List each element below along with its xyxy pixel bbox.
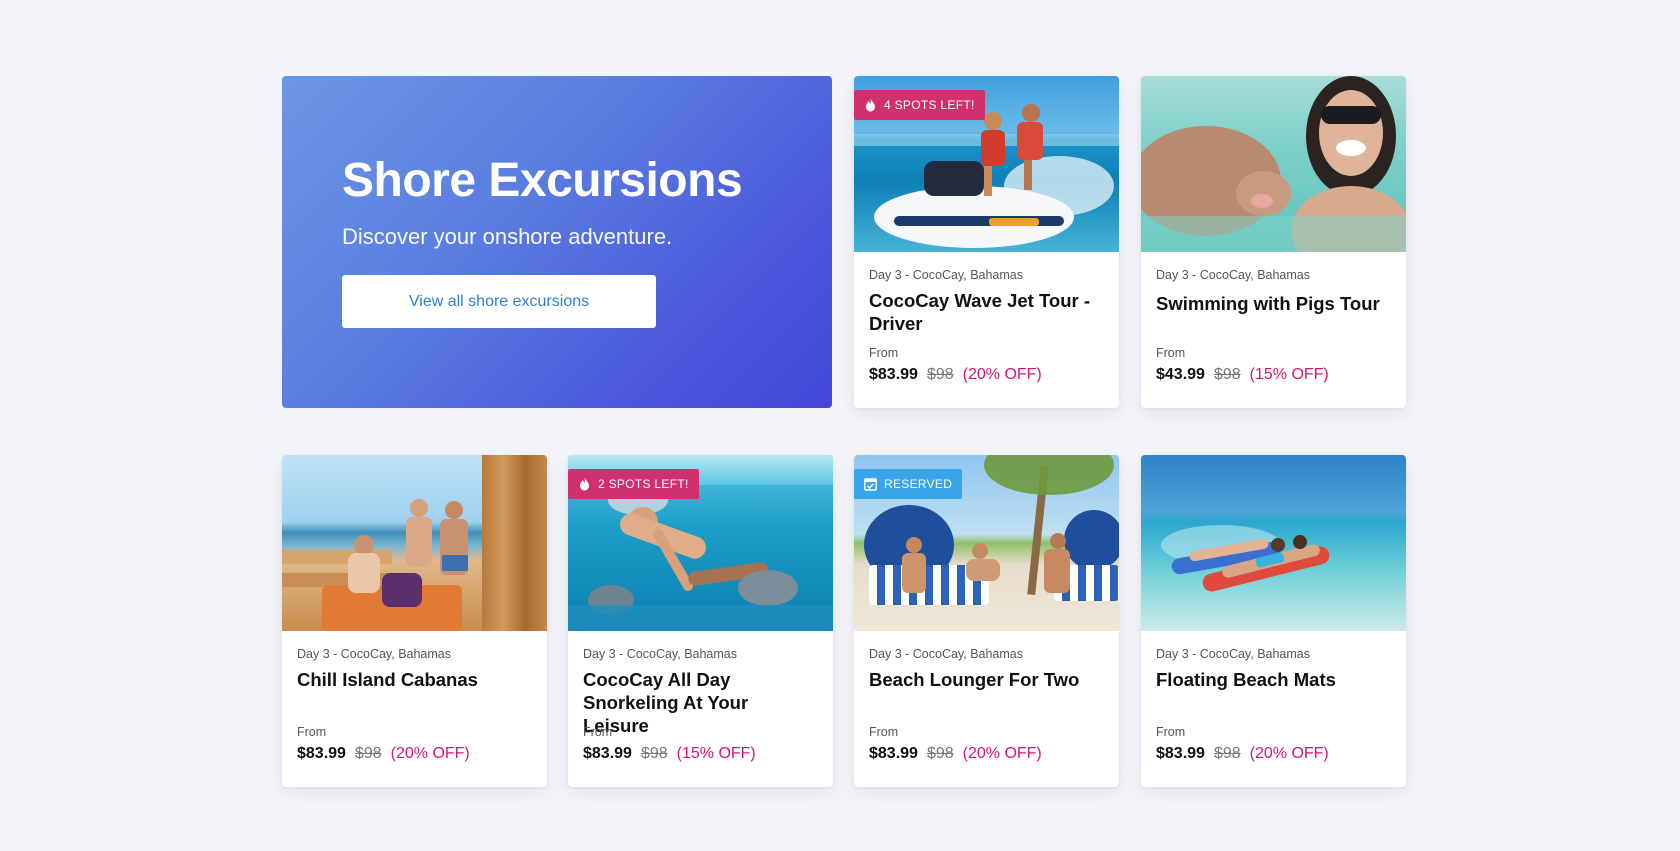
discount-label: (15% OFF): [676, 745, 756, 762]
reserved-badge: RESERVED: [854, 469, 963, 499]
excursion-card[interactable]: 4 SPOTS LEFT! Day 3 - CocoCay, Bahamas C…: [854, 76, 1119, 408]
excursion-title[interactable]: Swimming with Pigs Tour: [1156, 292, 1392, 315]
excursion-card[interactable]: 2 SPOTS LEFT! Day 3 - CocoCay, Bahamas C…: [568, 455, 833, 787]
excursion-location: Day 3 - CocoCay, Bahamas: [1156, 647, 1310, 661]
sale-price: $43.99: [1156, 366, 1205, 383]
from-label: From: [869, 725, 899, 739]
from-label: From: [297, 725, 327, 739]
discount-label: (20% OFF): [962, 745, 1042, 762]
badge-label: RESERVED: [884, 477, 953, 491]
excursion-title[interactable]: Chill Island Cabanas: [297, 668, 533, 691]
spots-left-badge: 2 SPOTS LEFT!: [568, 469, 699, 499]
excursion-title[interactable]: Beach Lounger For Two: [869, 668, 1105, 691]
original-price: $98: [354, 745, 382, 762]
excursion-location: Day 3 - CocoCay, Bahamas: [869, 647, 1023, 661]
spots-left-badge: 4 SPOTS LEFT!: [854, 90, 985, 120]
excursion-location: Day 3 - CocoCay, Bahamas: [1156, 268, 1310, 282]
sale-price: $83.99: [297, 745, 346, 762]
original-price: $98: [1213, 366, 1241, 383]
excursion-location: Day 3 - CocoCay, Bahamas: [869, 268, 1023, 282]
calendar-check-icon: [864, 478, 877, 491]
excursion-title[interactable]: CocoCay Wave Jet Tour - Driver: [869, 289, 1105, 335]
original-price: $98: [926, 366, 954, 383]
excursion-title[interactable]: CocoCay All Day Snorkeling At Your Leisu…: [583, 668, 819, 737]
excursion-title[interactable]: Floating Beach Mats: [1156, 668, 1392, 691]
discount-label: (15% OFF): [1249, 366, 1329, 383]
excursion-card[interactable]: Day 3 - CocoCay, Bahamas Chill Island Ca…: [282, 455, 547, 787]
discount-label: (20% OFF): [390, 745, 470, 762]
flame-icon: [580, 477, 589, 491]
hero-title: Shore Excursions: [342, 154, 743, 207]
flame-icon: [866, 98, 875, 112]
sale-price: $83.99: [869, 366, 918, 383]
excursion-card[interactable]: RESERVED Day 3 - CocoCay, Bahamas Beach …: [854, 455, 1119, 787]
discount-label: (20% OFF): [1249, 745, 1329, 762]
original-price: $98: [640, 745, 668, 762]
floating-mats-photo: [1141, 455, 1406, 631]
hero-subtitle: Discover your onshore adventure.: [342, 224, 673, 249]
view-all-excursions-button[interactable]: View all shore excursions: [342, 275, 656, 328]
discount-label: (20% OFF): [962, 366, 1042, 383]
sale-price: $83.99: [869, 745, 918, 762]
cabana-deck-photo: [282, 455, 547, 631]
excursion-location: Day 3 - CocoCay, Bahamas: [297, 647, 451, 661]
badge-label: 2 SPOTS LEFT!: [598, 477, 689, 491]
from-label: From: [1156, 725, 1186, 739]
original-price: $98: [1213, 745, 1241, 762]
excursion-location: Day 3 - CocoCay, Bahamas: [583, 647, 737, 661]
sale-price: $83.99: [583, 745, 632, 762]
swimming-pig-photo: [1141, 76, 1406, 252]
from-label: From: [869, 346, 899, 360]
from-label: From: [1156, 346, 1186, 360]
excursion-card[interactable]: Day 3 - CocoCay, Bahamas Floating Beach …: [1141, 455, 1406, 787]
badge-label: 4 SPOTS LEFT!: [884, 98, 975, 112]
from-label: From: [583, 725, 613, 739]
excursion-card[interactable]: Day 3 - CocoCay, Bahamas Swimming with P…: [1141, 76, 1406, 408]
original-price: $98: [926, 745, 954, 762]
sale-price: $83.99: [1156, 745, 1205, 762]
shore-excursions-hero: Shore Excursions Discover your onshore a…: [282, 76, 832, 408]
